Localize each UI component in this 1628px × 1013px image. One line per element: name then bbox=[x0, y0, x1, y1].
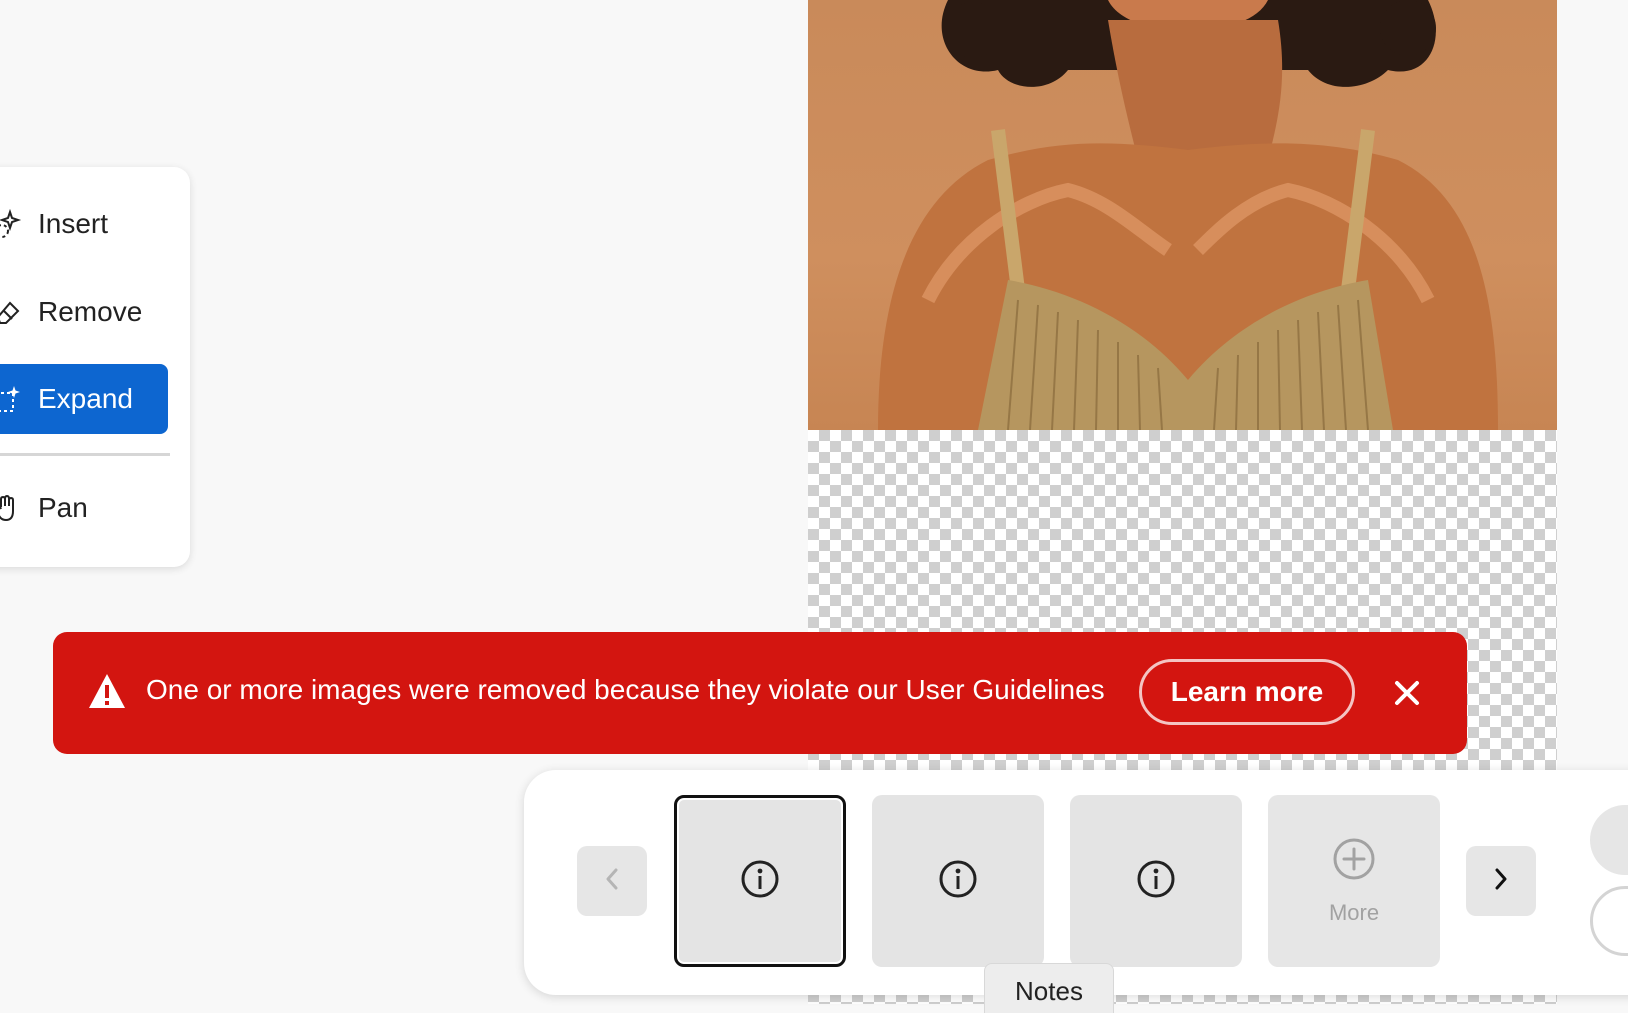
plus-circle-icon bbox=[1331, 836, 1377, 888]
variant-thumbnail[interactable] bbox=[872, 795, 1044, 967]
expand-sparkle-icon bbox=[0, 384, 22, 414]
learn-more-button[interactable]: Learn more bbox=[1139, 659, 1355, 725]
tool-pan[interactable]: Pan bbox=[0, 473, 168, 543]
canvas-image bbox=[808, 0, 1557, 430]
next-variant-button[interactable] bbox=[1466, 846, 1536, 916]
eraser-icon bbox=[0, 297, 22, 327]
prev-variant-button[interactable] bbox=[577, 846, 647, 916]
chevron-right-icon bbox=[1492, 866, 1510, 897]
tool-expand[interactable]: Expand bbox=[0, 364, 168, 434]
more-label: More bbox=[1328, 900, 1380, 925]
variant-bar: More bbox=[524, 770, 1628, 995]
variant-thumbnail[interactable] bbox=[1070, 795, 1242, 967]
info-icon bbox=[740, 859, 780, 904]
toast-message: One or more images were removed because … bbox=[146, 674, 1105, 705]
tool-label: Insert bbox=[38, 208, 109, 239]
warning-triangle-icon bbox=[87, 672, 127, 710]
variant-thumbnail[interactable] bbox=[674, 795, 846, 967]
notes-tab[interactable]: Notes bbox=[984, 963, 1114, 1013]
tool-label: Pan bbox=[38, 492, 88, 523]
tool-divider bbox=[0, 453, 170, 456]
info-icon bbox=[1136, 859, 1176, 904]
tool-remove[interactable]: Remove bbox=[0, 277, 168, 347]
chevron-left-icon bbox=[603, 866, 621, 897]
tool-insert[interactable]: Insert bbox=[0, 189, 168, 259]
tool-label: Remove bbox=[38, 296, 143, 327]
close-icon[interactable] bbox=[1394, 680, 1420, 706]
insert-sparkle-icon bbox=[0, 209, 22, 239]
hand-icon bbox=[0, 493, 22, 523]
more-variants-button[interactable]: More bbox=[1268, 795, 1440, 967]
info-icon bbox=[938, 859, 978, 904]
tool-panel: Insert Remove Expand Pan bbox=[0, 167, 190, 567]
error-toast: One or more images were removed because … bbox=[53, 632, 1467, 754]
tool-label: Expand bbox=[38, 383, 133, 414]
